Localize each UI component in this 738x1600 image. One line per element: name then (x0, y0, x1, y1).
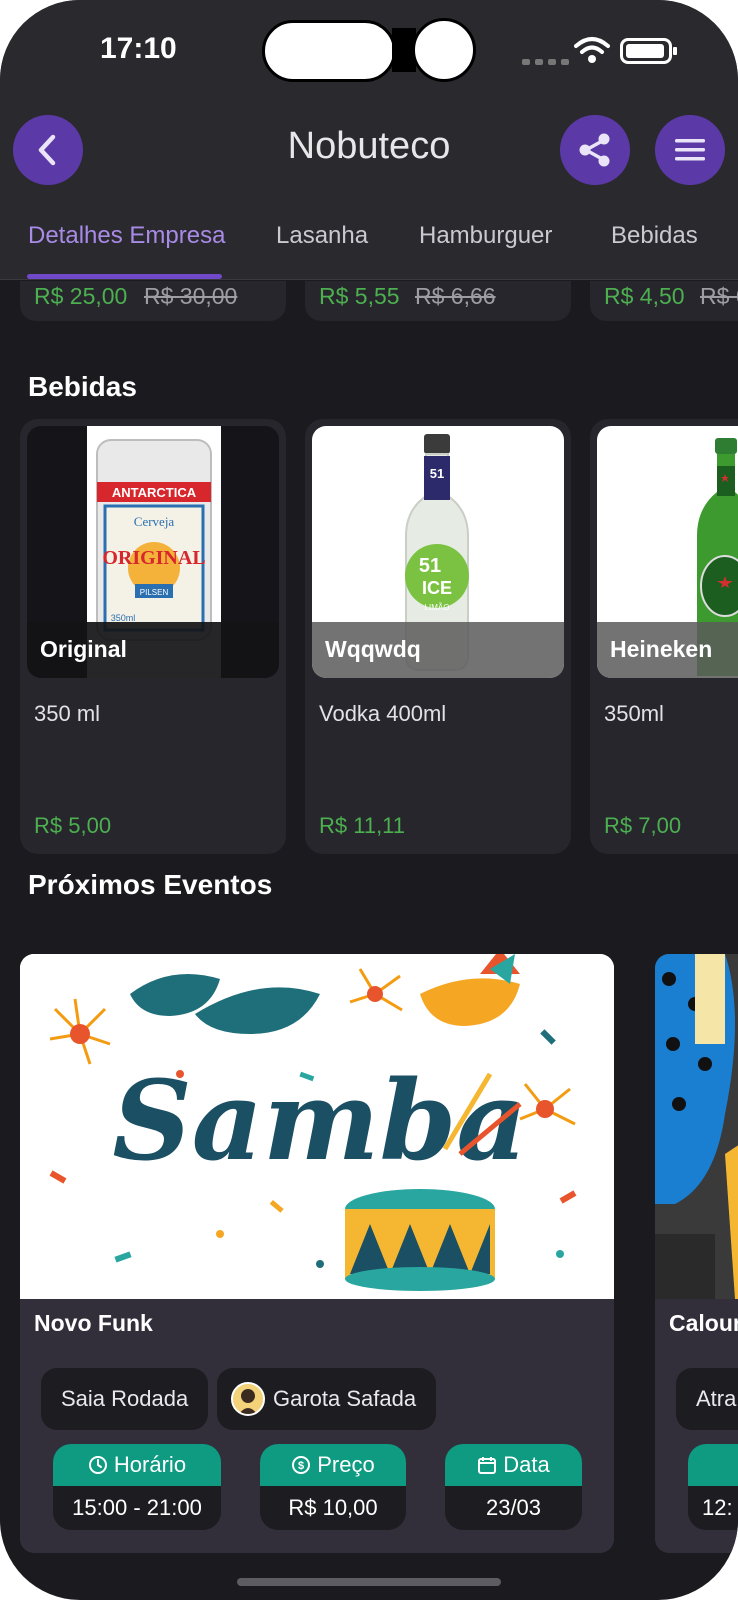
product-price: R$ 25,00 (34, 283, 128, 309)
event-name: Novo Funk (34, 1310, 153, 1336)
hamburger-menu-icon (675, 139, 705, 161)
drink-name-overlay: Wqqwdq (312, 622, 564, 678)
drink-card[interactable]: 51 51 ICE LIMÃO Wqqwdq Vodka 400ml R$ 11… (305, 419, 571, 854)
svg-text:ORIGINAL: ORIGINAL (102, 547, 205, 569)
app-header: Nobuteco (0, 100, 738, 200)
event-time-box: Horário 15:00 - 21:00 (53, 1444, 221, 1530)
svg-text:ICE: ICE (422, 578, 452, 598)
status-time: 17:10 (100, 32, 177, 65)
event-time-label: Horário (113, 1452, 187, 1477)
event-image: Samba (20, 954, 614, 1299)
product-price: R$ 4,50 (604, 283, 685, 309)
drink-price: R$ 7,00 (604, 813, 682, 838)
calendar-icon (478, 1457, 497, 1474)
svg-text:51: 51 (430, 466, 444, 481)
menu-button[interactable] (655, 115, 725, 185)
dynamic-island (262, 20, 396, 82)
samba-artwork: Samba (20, 954, 614, 1299)
drink-price: R$ 11,11 (319, 813, 406, 838)
event-price-value: R$ 10,00 (288, 1495, 378, 1520)
svg-text:$: $ (298, 1460, 304, 1472)
event-time-value: 12: (702, 1495, 733, 1520)
share-button[interactable] (560, 115, 630, 185)
drink-name: Heineken (610, 636, 713, 662)
event-time-value: 15:00 - 21:00 (72, 1495, 202, 1520)
product-price: R$ 5,55 (319, 283, 400, 309)
drink-card[interactable]: ANTARCTICA Cerveja ORIGINAL PILSEN 350ml… (20, 419, 286, 854)
dollar-circle-icon: $ (292, 1456, 311, 1474)
svg-text:Cerveja: Cerveja (134, 514, 175, 529)
drink-price: R$ 5,00 (34, 813, 112, 838)
artist-chip[interactable]: Garota Safada (217, 1368, 437, 1430)
drink-name: Original (40, 636, 127, 662)
clock-icon (88, 1456, 107, 1474)
product-card-partial[interactable]: R$ 4,50 R$ 6 (590, 281, 738, 321)
category-tabs: Detalhes Empresa Lasanha Hamburguer Bebi… (0, 200, 738, 280)
scroll-content[interactable]: R$ 25,00 R$ 30,00 R$ 5,55 R$ 6,66 R$ 4,5… (0, 281, 738, 1600)
svg-text:51: 51 (419, 555, 441, 577)
event-date-value: 23/03 (485, 1495, 542, 1520)
drink-image: Heineken (597, 426, 738, 678)
dynamic-island-camera (412, 18, 476, 82)
artist-name: Saia Rodada (61, 1386, 189, 1411)
artist-name: Atra (696, 1386, 737, 1411)
share-icon (579, 133, 610, 167)
drink-description: 350 ml (34, 701, 101, 726)
event-time-header: Horário (53, 1444, 221, 1486)
drink-description: 350ml (604, 701, 664, 726)
product-card-partial[interactable]: R$ 5,55 R$ 6,66 (305, 281, 571, 321)
battery-icon (620, 38, 677, 64)
product-old-price: R$ 6,66 (415, 283, 496, 309)
drink-name-overlay: Heineken (597, 622, 738, 678)
tab-hamburguer[interactable]: Hamburguer (419, 222, 552, 250)
svg-text:LIMÃO: LIMÃO (425, 603, 450, 612)
drink-card[interactable]: Heineken 350ml R$ 7,00 (590, 419, 738, 854)
drink-description: Vodka 400ml (319, 701, 447, 726)
home-indicator[interactable] (237, 1578, 501, 1586)
event-time-header (688, 1444, 738, 1486)
active-tab-indicator (27, 274, 222, 279)
artist-avatar (231, 1382, 265, 1416)
event-image (655, 954, 738, 1299)
artist-chip[interactable]: Atra (676, 1368, 738, 1430)
wifi-icon (574, 37, 610, 63)
event-card[interactable]: Calour Atra 12: (655, 954, 738, 1553)
event-price-header: $ Preço (260, 1444, 406, 1486)
tab-lasanha[interactable]: Lasanha (276, 222, 368, 250)
event-date-label: Data (503, 1452, 550, 1477)
product-old-price: R$ 30,00 (144, 283, 238, 309)
drink-image: ANTARCTICA Cerveja ORIGINAL PILSEN 350ml… (27, 426, 279, 678)
svg-text:Samba: Samba (112, 1056, 527, 1185)
svg-text:ANTARCTICA: ANTARCTICA (112, 485, 197, 500)
event-artwork (655, 954, 738, 1299)
event-name: Calour (669, 1310, 738, 1336)
event-time-box: 12: (688, 1444, 738, 1530)
artist-chip[interactable]: Saia Rodada (41, 1368, 209, 1430)
event-price-label: Preço (317, 1452, 375, 1477)
event-date-header: Data (445, 1444, 582, 1486)
svg-text:PILSEN: PILSEN (140, 588, 169, 597)
drink-name-overlay: Original (27, 622, 279, 678)
artist-name: Garota Safada (273, 1386, 417, 1411)
event-date-box: Data 23/03 (445, 1444, 582, 1530)
section-title-bebidas: Bebidas (28, 371, 137, 402)
status-bar: 17:10 (0, 0, 738, 100)
signal-icon (522, 52, 578, 65)
event-price-box: $ Preço R$ 10,00 (260, 1444, 406, 1530)
drink-name: Wqqwdq (325, 636, 421, 662)
product-old-price: R$ 6 (700, 283, 738, 309)
section-title-eventos: Próximos Eventos (28, 869, 273, 900)
tab-bebidas[interactable]: Bebidas (611, 222, 698, 250)
product-card-partial[interactable]: R$ 25,00 R$ 30,00 (20, 281, 286, 321)
tab-detalhes-empresa[interactable]: Detalhes Empresa (28, 222, 225, 250)
drink-image: 51 51 ICE LIMÃO Wqqwdq (312, 426, 564, 678)
app-screen: 17:10 Nobuteco Detalhes Empresa Lasanha … (0, 0, 738, 1600)
event-card[interactable]: Samba Novo Funk Saia Rodada Garota Safad… (20, 954, 614, 1553)
